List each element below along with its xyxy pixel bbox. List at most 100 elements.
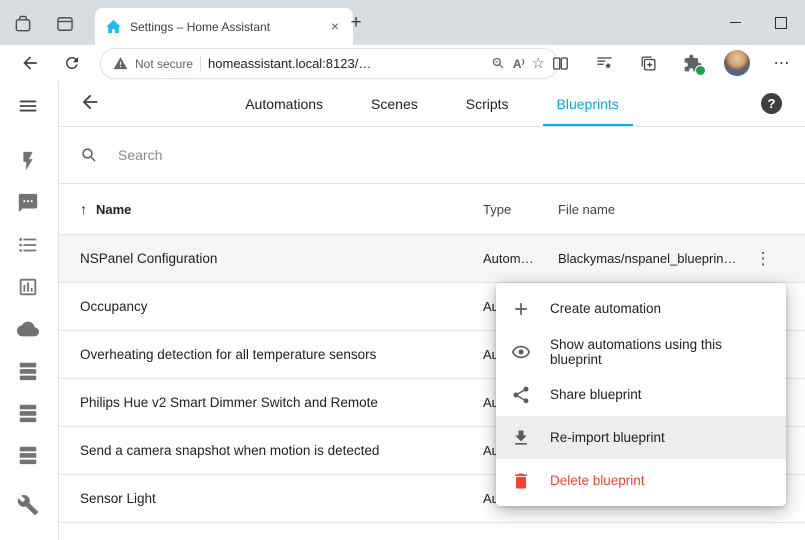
favorites-icon — [595, 54, 614, 73]
zoom-out-icon — [491, 56, 506, 71]
column-header-name[interactable]: ↑ Name — [80, 201, 483, 217]
sidebar-history-button[interactable] — [17, 276, 41, 300]
divider — [200, 56, 201, 71]
favorites-button[interactable] — [592, 51, 616, 75]
browser-toolbar: Not secure homeassistant.local:8123/… A⁾… — [0, 45, 805, 82]
refresh-button[interactable] — [60, 51, 84, 75]
sidebar-assist-button[interactable] — [17, 192, 41, 216]
table-row[interactable]: Set entities based on other entities new… — [59, 523, 805, 540]
browser-menu-button[interactable]: ⋯ — [770, 51, 794, 75]
read-aloud-button[interactable]: A⁾ — [513, 57, 525, 71]
sidebar-tools-button[interactable] — [17, 494, 41, 518]
search-icon — [80, 146, 99, 165]
share-icon — [511, 385, 531, 405]
extensions-button[interactable] — [680, 51, 704, 75]
menu-item-label: Share blueprint — [550, 387, 642, 402]
plus-icon — [511, 299, 531, 319]
sidebar-cloud-button[interactable] — [17, 318, 41, 342]
server-icon — [17, 444, 39, 466]
new-tab-button[interactable]: + — [344, 11, 368, 35]
row-name: Philips Hue v2 Smart Dimmer Switch and R… — [80, 395, 483, 410]
row-overflow-menu-button[interactable]: ⋮ — [743, 537, 783, 540]
refresh-icon — [63, 54, 81, 72]
menu-item-delete-blueprint[interactable]: Delete blueprint — [496, 459, 786, 502]
wrench-icon — [17, 494, 39, 516]
table-header: ↑ Name Type File name — [59, 184, 805, 235]
row-name: Sensor Light — [80, 491, 483, 506]
row-overflow-menu-button[interactable]: ⋮ — [743, 249, 783, 269]
maximize-icon — [775, 17, 787, 29]
menu-item-label: Show automations using this blueprint — [550, 337, 771, 367]
not-secure-warning-icon — [113, 56, 128, 71]
ha-sidebar — [0, 81, 59, 540]
lightning-icon — [17, 150, 39, 172]
url-text[interactable]: homeassistant.local:8123/… — [208, 56, 484, 71]
security-label[interactable]: Not secure — [135, 57, 193, 71]
browser-tab-icon — [55, 14, 75, 34]
window-maximize-button[interactable] — [758, 0, 804, 45]
tab-scenes[interactable]: Scenes — [357, 81, 432, 126]
sidebar-menu-button[interactable] — [17, 95, 41, 119]
menu-item-reimport-blueprint[interactable]: Re-import blueprint — [496, 416, 786, 459]
column-name-label: Name — [96, 202, 131, 217]
row-name: NSPanel Configuration — [80, 251, 483, 266]
tab-scripts[interactable]: Scripts — [452, 81, 523, 126]
browser-titlebar: Settings – Home Assistant × + — [0, 0, 805, 45]
collections-button[interactable] — [636, 51, 660, 75]
help-button[interactable]: ? — [761, 93, 782, 114]
chat-dots-icon — [17, 192, 39, 214]
workspaces-button[interactable] — [12, 13, 34, 35]
row-name: Overheating detection for all temperatur… — [80, 347, 483, 362]
sidebar-server-button-3[interactable] — [17, 444, 41, 468]
server-icon — [17, 402, 39, 424]
row-name: Send a camera snapshot when motion is de… — [80, 443, 483, 458]
search-input[interactable] — [116, 146, 805, 164]
hamburger-icon — [17, 95, 39, 117]
row-file: Blackymas/nspanel_blueprin… — [558, 251, 743, 266]
split-screen-button[interactable] — [548, 51, 572, 75]
collections-icon — [639, 54, 658, 73]
tab-actions-button[interactable] — [54, 13, 76, 35]
sidebar-energy-button[interactable] — [17, 150, 41, 174]
trash-icon — [511, 471, 531, 491]
menu-item-create-automation[interactable]: Create automation — [496, 287, 786, 330]
menu-item-share-blueprint[interactable]: Share blueprint — [496, 373, 786, 416]
home-assistant-favicon — [105, 18, 122, 35]
sidebar-server-button-2[interactable] — [17, 402, 41, 426]
column-header-type[interactable]: Type — [483, 202, 558, 217]
favorite-star-button[interactable]: ☆ — [532, 56, 545, 71]
row-type: Autom… — [483, 251, 558, 266]
minimize-icon — [730, 22, 741, 23]
ha-back-button[interactable] — [79, 91, 103, 115]
split-screen-icon — [551, 54, 570, 73]
menu-item-label: Re-import blueprint — [550, 430, 665, 445]
menu-item-label: Create automation — [550, 301, 661, 316]
workspaces-icon — [13, 14, 33, 34]
chart-box-icon — [17, 276, 39, 298]
tab-title: Settings – Home Assistant — [130, 20, 319, 34]
browser-window: Settings – Home Assistant × + Not secure… — [0, 0, 805, 540]
download-icon — [511, 428, 531, 448]
menu-item-show-automations[interactable]: Show automations using this blueprint — [496, 330, 786, 373]
column-header-file[interactable]: File name — [558, 202, 743, 217]
browser-back-button[interactable] — [18, 51, 42, 75]
row-name: Occupancy — [80, 299, 483, 314]
cloud-icon — [17, 318, 39, 340]
blueprint-context-menu: Create automation Show automations using… — [496, 283, 786, 506]
ha-header: Automations Scenes Scripts Blueprints ? — [59, 81, 805, 127]
window-minimize-button[interactable] — [712, 0, 758, 45]
tab-close-button[interactable]: × — [327, 19, 343, 35]
back-arrow-icon — [20, 53, 40, 73]
status-badge — [695, 65, 706, 76]
sidebar-logbook-button[interactable] — [17, 234, 41, 258]
sort-ascending-icon: ↑ — [80, 201, 87, 217]
address-bar[interactable]: Not secure homeassistant.local:8123/… A⁾… — [100, 48, 558, 79]
zoom-out-button[interactable] — [491, 56, 506, 71]
profile-avatar[interactable] — [724, 50, 750, 76]
tab-automations[interactable]: Automations — [231, 81, 337, 126]
tab-blueprints[interactable]: Blueprints — [543, 81, 633, 126]
menu-item-label: Delete blueprint — [550, 473, 645, 488]
table-row[interactable]: NSPanel Configuration Autom… Blackymas/n… — [59, 235, 805, 283]
browser-tab[interactable]: Settings – Home Assistant × — [95, 8, 353, 45]
sidebar-server-button-1[interactable] — [17, 360, 41, 384]
